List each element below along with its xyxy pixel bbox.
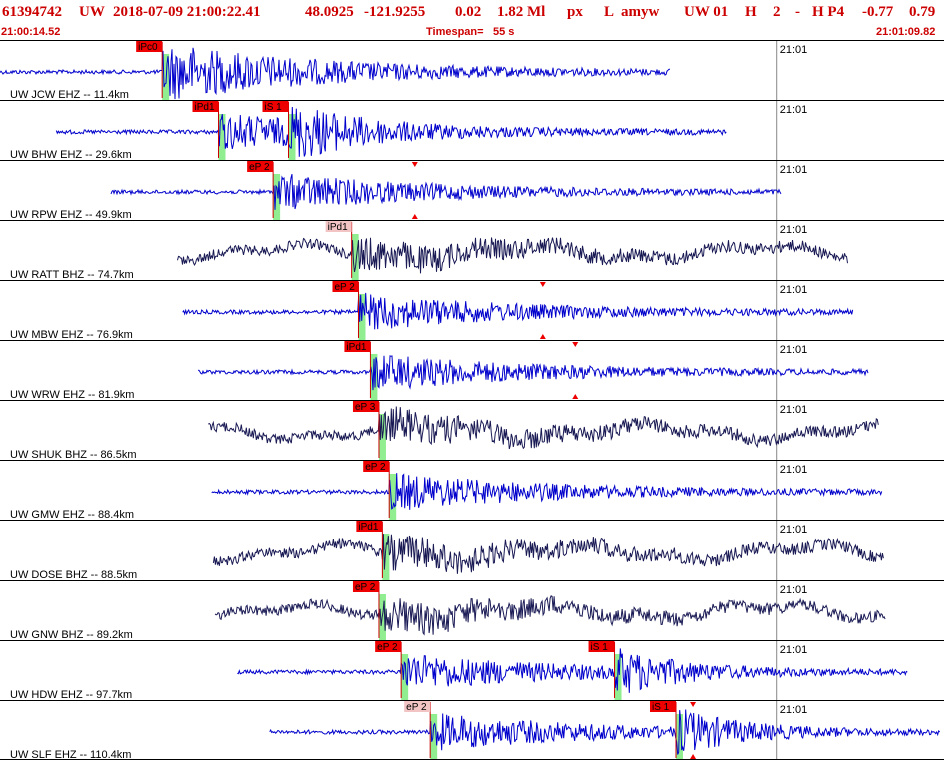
count: 2 [773, 4, 781, 20]
minute-label: 21:01 [780, 224, 808, 236]
time-bar: 21:00:14.52 Timespan= 55 s 21:01:09.82 [0, 24, 944, 40]
flag: L [604, 4, 615, 20]
trace-row: iPd1 21:01 UW RATT BHZ -- 74.7km [0, 220, 944, 281]
pick-label: eP 2 [377, 642, 398, 653]
station-label: UW WRW EHZ -- 81.9km [10, 389, 134, 401]
value-2: 0.79 [909, 4, 936, 20]
pick-label: iPd1 [328, 222, 348, 233]
amplitude-marker-top [411, 162, 418, 167]
solution: UW 01 [684, 4, 729, 20]
minute-label: 21:01 [780, 44, 808, 56]
waveform [182, 292, 854, 330]
trace-row: iPd1 21:01 UW DOSE BHZ -- 88.5km [0, 520, 944, 581]
amplitude-marker-bottom [690, 754, 697, 759]
trace-row: eP 3 21:01 UW SHUK BHZ -- 86.5km [0, 400, 944, 461]
seismogram-panel: iPc0 21:01 UW JCW EHZ -- 11.4km iPd1 iS 1 21:… [0, 40, 944, 760]
pick-label: eP 3 [355, 402, 376, 413]
trace-row: iPd1 21:01 UW WRW EHZ -- 81.9km [0, 340, 944, 401]
depth: 0.02 [455, 4, 482, 20]
waveform [212, 534, 884, 574]
waveform [197, 355, 869, 391]
pick-band [401, 654, 409, 700]
pick-label: eP 2 [334, 282, 355, 293]
amplitude-marker-bottom [572, 394, 579, 399]
latitude: 48.0925 [305, 4, 354, 20]
pick-label: iPd1 [346, 342, 366, 353]
pick-label: iPd1 [358, 522, 378, 533]
station-label: UW MBW EHZ -- 76.9km [10, 329, 133, 341]
longitude: -121.9255 [364, 4, 426, 20]
station-label: UW DOSE BHZ -- 88.5km [10, 569, 137, 581]
network: UW [79, 4, 105, 20]
station-label: UW SLF EHZ -- 110.4km [10, 749, 131, 760]
magnitude: 1.82 Ml [497, 4, 546, 20]
end-time: 21:01:09.82 [876, 26, 936, 38]
waveform [214, 595, 886, 636]
amplitude-marker-top [690, 702, 697, 707]
amplitude-marker-top [539, 282, 546, 287]
trace-row: eP 2 21:01 UW RPW EHZ -- 49.9km [0, 160, 944, 221]
timespan-value: 55 s [493, 26, 515, 38]
timespan-label: Timespan= [426, 26, 484, 38]
pick-label: eP 2 [365, 462, 386, 473]
minute-label: 21:01 [780, 524, 808, 536]
minute-label: 21:01 [780, 584, 808, 596]
waveform [55, 106, 727, 157]
trace-row: eP 2 iS 1 21:01 UW SLF EHZ -- 110.4km [0, 700, 944, 760]
value-1: -0.77 [862, 4, 894, 20]
pick-label: eP 2 [249, 162, 270, 173]
minute-label: 21:01 [780, 704, 808, 716]
trace-row: iPd1 iS 1 21:01 UW BHW EHZ -- 29.6km [0, 100, 944, 161]
trace-row: iPc0 21:01 UW JCW EHZ -- 11.4km [0, 40, 944, 101]
gtype: H [745, 4, 757, 20]
station-label: UW HDW EHZ -- 97.7km [10, 689, 132, 701]
amplitude-marker-bottom [539, 334, 546, 339]
dash: - [795, 4, 800, 20]
minute-label: 21:01 [780, 284, 808, 296]
start-time: 21:00:14.52 [1, 26, 61, 38]
event-id: 61394742 [2, 4, 62, 20]
waveform [269, 709, 941, 755]
waveform [110, 173, 782, 210]
analyst: amyw [621, 4, 660, 20]
event-header: 61394742 UW 2018-07-09 21:00:22.41 48.09… [0, 0, 944, 24]
station-label: UW RPW EHZ -- 49.9km [10, 209, 132, 221]
hp: H P4 [812, 4, 845, 20]
station-label: UW GNW BHZ -- 89.2km [10, 629, 133, 641]
pick-label: iS 1 [591, 642, 609, 653]
waveform [211, 473, 883, 510]
trace-row: eP 2 21:01 UW MBW EHZ -- 76.9km [0, 280, 944, 341]
minute-label: 21:01 [780, 644, 808, 656]
minute-label: 21:01 [780, 104, 808, 116]
origin-datetime: 2018-07-09 21:00:22.41 [113, 4, 261, 20]
pick-label: iS 1 [652, 702, 670, 713]
station-label: UW JCW EHZ -- 11.4km [10, 89, 129, 101]
minute-label: 21:01 [780, 464, 808, 476]
trace-row: eP 2 iS 1 21:01 UW HDW EHZ -- 97.7km [0, 640, 944, 701]
pick-label: iPd1 [195, 102, 215, 113]
event-type: px [567, 4, 583, 20]
minute-label: 21:01 [780, 344, 808, 356]
amplitude-marker-top [572, 342, 579, 347]
trace-row: eP 2 21:01 UW GMW EHZ -- 88.4km [0, 460, 944, 521]
pick-label: eP 2 [406, 702, 427, 713]
amplitude-marker-bottom [411, 214, 418, 219]
trace-row: eP 2 21:01 UW GNW BHZ -- 89.2km [0, 580, 944, 641]
station-label: UW SHUK BHZ -- 86.5km [10, 449, 137, 461]
waveform [177, 237, 848, 274]
waveform [208, 406, 879, 450]
pick-label: eP 2 [355, 582, 376, 593]
minute-label: 21:01 [780, 404, 808, 416]
station-label: UW GMW EHZ -- 88.4km [10, 509, 134, 521]
pick-label: iPc0 [138, 42, 158, 53]
minute-label: 21:01 [780, 164, 808, 176]
pick-label: iS 1 [264, 102, 282, 113]
station-label: UW BHW EHZ -- 29.6km [10, 149, 132, 161]
station-label: UW RATT BHZ -- 74.7km [10, 269, 134, 281]
